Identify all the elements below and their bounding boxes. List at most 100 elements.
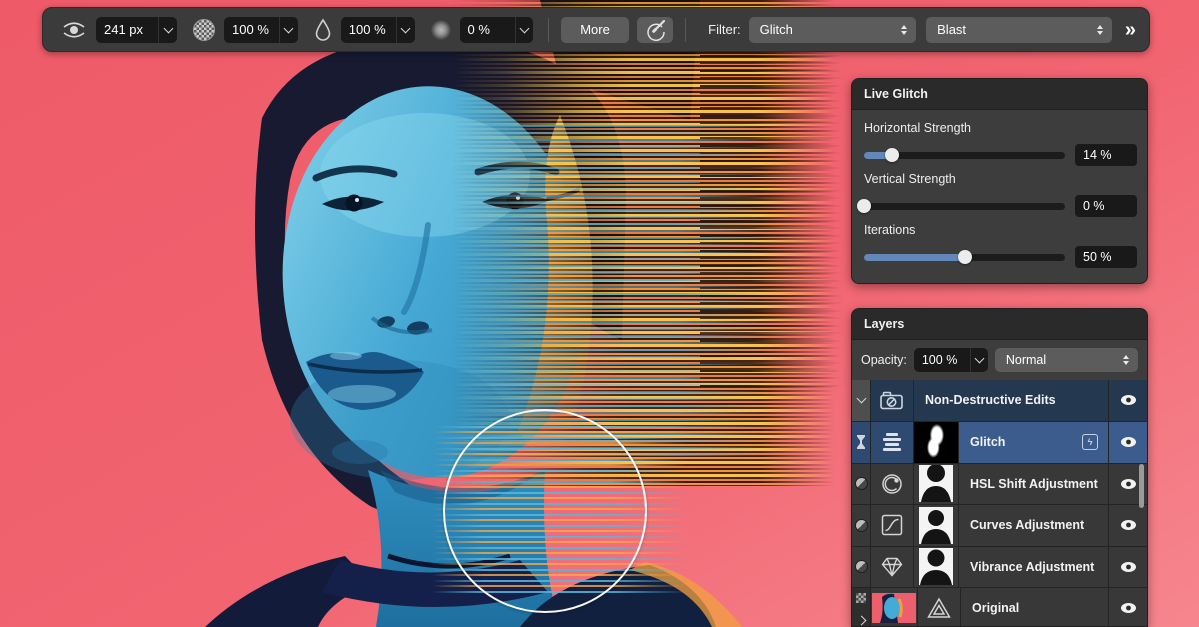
- eye-icon: [1120, 436, 1137, 448]
- layer-row-non-destructive-edits[interactable]: Non-Destructive Edits: [852, 380, 1147, 422]
- live-glitch-panel-title: Live Glitch: [852, 79, 1147, 110]
- chevron-down-icon: [163, 23, 173, 33]
- layer-row-glitch[interactable]: Glitch ϟ: [852, 422, 1147, 464]
- visibility-toggle[interactable]: [1108, 505, 1147, 546]
- layer-name-cell[interactable]: Glitch ϟ: [958, 422, 1108, 463]
- layer-name[interactable]: HSL Shift Adjustment: [958, 464, 1108, 505]
- silhouette-thumbnail: [919, 465, 953, 502]
- layers-panel-title: Layers: [852, 309, 1147, 340]
- vertical-strength-slider[interactable]: [864, 203, 1065, 210]
- flow-soft-circle-icon: [431, 20, 451, 40]
- hardness-icon: [314, 18, 332, 42]
- layers-opacity-dropdown[interactable]: [970, 348, 988, 372]
- vertical-strength-group: Vertical Strength 0 %: [862, 172, 1137, 217]
- more-button[interactable]: More: [561, 17, 629, 43]
- slider-thumb[interactable]: [885, 148, 899, 162]
- opacity-dropdown[interactable]: [279, 17, 298, 43]
- updown-arrows-icon: [1115, 355, 1129, 365]
- brush-cursor-circle: [443, 409, 647, 613]
- chevron-right-icon: [856, 615, 866, 625]
- horizontal-strength-value[interactable]: 14 %: [1075, 144, 1137, 166]
- brush-circle-icon: [643, 18, 667, 42]
- layers-opacity-combo[interactable]: 100 %: [914, 348, 988, 372]
- layer-name[interactable]: Original: [960, 588, 1108, 627]
- opacity-checker-icon: [193, 19, 215, 41]
- flow-combo[interactable]: 0 %: [460, 17, 534, 43]
- brush-width-dropdown[interactable]: [158, 17, 177, 43]
- iterations-group: Iterations 50 %: [862, 223, 1137, 268]
- chevron-down-icon: [519, 23, 529, 33]
- layer-thumbnail[interactable]: [913, 505, 958, 546]
- adjustment-indicator: [852, 464, 870, 505]
- chevron-down-icon: [401, 23, 411, 33]
- half-circle-icon: [855, 560, 868, 573]
- flow-icon: [431, 20, 451, 40]
- hourglass-icon: [856, 435, 866, 449]
- opacity-icon: [193, 19, 215, 41]
- toolbar-separator: [548, 18, 549, 42]
- silhouette-thumbnail: [919, 548, 953, 585]
- brush-width-icon: [61, 19, 87, 41]
- vertical-strength-label: Vertical Strength: [864, 172, 1137, 186]
- iterations-label: Iterations: [864, 223, 1137, 237]
- layer-name[interactable]: Curves Adjustment: [958, 505, 1108, 546]
- visibility-toggle[interactable]: [1108, 588, 1147, 627]
- silhouette-thumbnail: [919, 507, 953, 544]
- flow-dropdown[interactable]: [515, 17, 534, 43]
- slider-thumb[interactable]: [958, 250, 972, 264]
- vibrance-adjustment-icon: [870, 547, 913, 588]
- opacity-value[interactable]: 100 %: [224, 17, 279, 43]
- layer-thumbnail[interactable]: [870, 588, 917, 627]
- chevron-down-icon: [856, 394, 866, 404]
- hardness-dropdown[interactable]: [396, 17, 415, 43]
- toolbar-separator: [685, 18, 686, 42]
- brush-width-value[interactable]: 241 px: [96, 17, 158, 43]
- opacity-combo[interactable]: 100 %: [224, 17, 298, 43]
- vertical-strength-value[interactable]: 0 %: [1075, 195, 1137, 217]
- visibility-toggle[interactable]: [1108, 547, 1147, 588]
- live-glitch-body: Horizontal Strength 14 % Vertical Streng…: [852, 110, 1147, 268]
- wet-edges-button[interactable]: [637, 17, 673, 43]
- layers-scrollbar[interactable]: [1139, 464, 1144, 508]
- iterations-slider[interactable]: [864, 254, 1065, 261]
- glitch-layer-stack-icon: [870, 422, 913, 463]
- filter-type-select[interactable]: Blast: [926, 17, 1112, 43]
- layer-row-vibrance[interactable]: Vibrance Adjustment: [852, 547, 1147, 589]
- edit-state-indicator: [852, 422, 870, 463]
- hardness-combo[interactable]: 100 %: [341, 17, 415, 43]
- horizontal-strength-slider[interactable]: [864, 152, 1065, 159]
- image-layer-strip[interactable]: [852, 588, 870, 627]
- flow-value[interactable]: 0 %: [460, 17, 515, 43]
- filter-label: Filter:: [708, 22, 741, 37]
- visibility-toggle[interactable]: [1108, 380, 1147, 421]
- slider-thumb[interactable]: [857, 199, 871, 213]
- layer-name[interactable]: Non-Destructive Edits: [913, 380, 1108, 421]
- chevron-down-icon: [974, 354, 984, 364]
- filter-select-value: Glitch: [760, 22, 793, 37]
- layer-mask-thumbnail[interactable]: [913, 422, 958, 463]
- layers-opacity-value[interactable]: 100 %: [914, 348, 970, 372]
- brush-width-combo[interactable]: 241 px: [96, 17, 177, 43]
- iterations-value[interactable]: 50 %: [1075, 246, 1137, 268]
- layers-panel: Layers Opacity: 100 % Normal Non-Destruc…: [851, 308, 1148, 627]
- filter-type-value: Blast: [937, 22, 966, 37]
- toolbar-overflow-icon[interactable]: »: [1125, 20, 1134, 40]
- layer-row-original[interactable]: Original: [852, 588, 1147, 627]
- layer-thumbnail[interactable]: [913, 464, 958, 505]
- layer-name: Glitch: [970, 435, 1005, 449]
- group-expand-toggle[interactable]: [852, 380, 870, 421]
- layer-thumbnail[interactable]: [913, 547, 958, 588]
- half-circle-icon: [855, 477, 868, 490]
- blend-mode-value: Normal: [1006, 353, 1046, 367]
- layer-row-curves[interactable]: Curves Adjustment: [852, 505, 1147, 547]
- visibility-toggle[interactable]: [1108, 422, 1147, 463]
- hardness-value[interactable]: 100 %: [341, 17, 396, 43]
- filter-select[interactable]: Glitch: [749, 17, 917, 43]
- layer-name[interactable]: Vibrance Adjustment: [958, 547, 1108, 588]
- hsl-adjustment-icon: [870, 464, 913, 505]
- portrait-artwork: [0, 0, 860, 627]
- blend-mode-select[interactable]: Normal: [995, 348, 1138, 372]
- layer-row-hsl-shift[interactable]: HSL Shift Adjustment: [852, 464, 1147, 506]
- adjustment-indicator: [852, 505, 870, 546]
- updown-arrows-icon: [1089, 25, 1103, 35]
